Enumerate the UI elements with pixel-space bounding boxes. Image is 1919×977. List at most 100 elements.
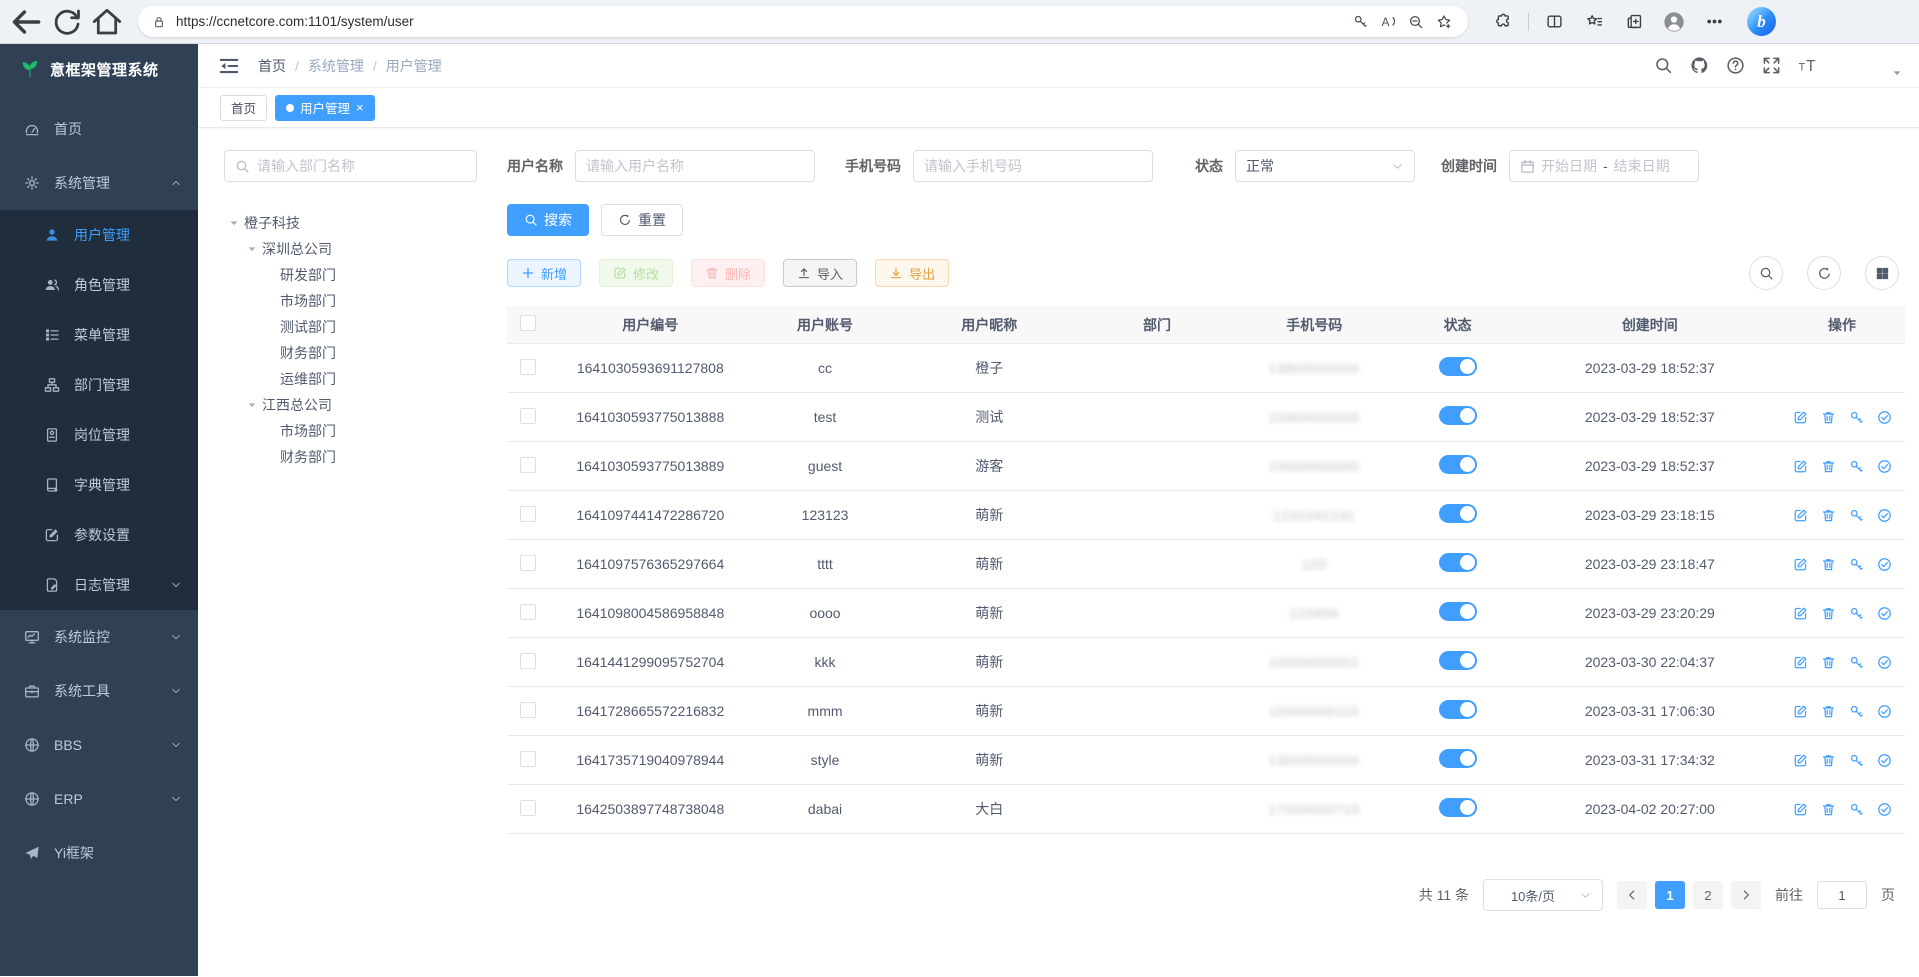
sidebar-item-角色管理[interactable]: 角色管理 xyxy=(0,260,198,310)
tag-首页[interactable]: 首页 xyxy=(220,95,267,121)
status-toggle[interactable] xyxy=(1439,504,1477,523)
edit-icon[interactable] xyxy=(1793,508,1808,523)
goto-page-input[interactable] xyxy=(1817,881,1867,909)
sidebar-item-ERP[interactable]: ERP xyxy=(0,772,198,826)
import-button[interactable]: 导入 xyxy=(783,259,857,287)
row-checkbox[interactable] xyxy=(520,653,536,669)
delete-icon[interactable] xyxy=(1821,753,1836,768)
tree-node-江西总公司[interactable]: 江西总公司 xyxy=(224,392,477,418)
edit-icon[interactable] xyxy=(1793,655,1808,670)
tree-node-研发部门[interactable]: 研发部门 xyxy=(224,262,477,288)
tag-用户管理[interactable]: 用户管理× xyxy=(275,95,375,121)
row-checkbox[interactable] xyxy=(520,555,536,571)
row-checkbox[interactable] xyxy=(520,751,536,767)
github-icon[interactable] xyxy=(1690,56,1709,75)
browser-back-button[interactable] xyxy=(10,5,44,39)
check-circle-icon[interactable] xyxy=(1877,753,1892,768)
favorites-bar-icon[interactable] xyxy=(1577,5,1611,39)
check-circle-icon[interactable] xyxy=(1877,655,1892,670)
sidebar-item-参数设置[interactable]: 参数设置 xyxy=(0,510,198,560)
delete-icon[interactable] xyxy=(1821,557,1836,572)
check-circle-icon[interactable] xyxy=(1877,802,1892,817)
sidebar-item-首页[interactable]: 首页 xyxy=(0,102,198,156)
edit-icon[interactable] xyxy=(1793,753,1808,768)
tree-node-市场部门[interactable]: 市场部门 xyxy=(224,288,477,314)
reset-password-key-icon[interactable] xyxy=(1849,655,1864,670)
search-icon[interactable] xyxy=(1654,56,1673,75)
sidebar-item-部门管理[interactable]: 部门管理 xyxy=(0,360,198,410)
password-key-icon[interactable] xyxy=(1346,8,1374,36)
date-range-picker[interactable]: 开始日期 - 结束日期 xyxy=(1509,150,1699,182)
more-icon[interactable] xyxy=(1697,5,1731,39)
prev-page-button[interactable] xyxy=(1617,881,1647,909)
read-aloud-icon[interactable]: A xyxy=(1374,8,1402,36)
font-size-icon[interactable]: TT xyxy=(1798,56,1817,75)
edit-button[interactable]: 修改 xyxy=(599,259,673,287)
tree-node-测试部门[interactable]: 测试部门 xyxy=(224,314,477,340)
status-toggle[interactable] xyxy=(1439,406,1477,425)
avatar[interactable] xyxy=(1838,48,1874,84)
url-text[interactable]: https://ccnetcore.com:1101/system/user xyxy=(176,14,1346,29)
tree-node-财务部门[interactable]: 财务部门 xyxy=(224,340,477,366)
sidebar-item-字典管理[interactable]: 字典管理 xyxy=(0,460,198,510)
row-checkbox[interactable] xyxy=(520,457,536,473)
profile-icon[interactable] xyxy=(1657,5,1691,39)
username-input[interactable]: 请输入用户名称 xyxy=(575,150,815,182)
check-circle-icon[interactable] xyxy=(1877,557,1892,572)
caret-down-icon[interactable] xyxy=(1891,67,1903,79)
sidebar-item-BBS[interactable]: BBS xyxy=(0,718,198,772)
split-screen-icon[interactable] xyxy=(1537,5,1571,39)
status-toggle[interactable] xyxy=(1439,553,1477,572)
browser-home-button[interactable] xyxy=(90,5,124,39)
status-toggle[interactable] xyxy=(1439,798,1477,817)
status-toggle[interactable] xyxy=(1439,602,1477,621)
reset-password-key-icon[interactable] xyxy=(1849,606,1864,621)
tree-node-财务部门[interactable]: 财务部门 xyxy=(224,444,477,470)
sidebar-item-用户管理[interactable]: 用户管理 xyxy=(0,210,198,260)
delete-icon[interactable] xyxy=(1821,508,1836,523)
row-checkbox[interactable] xyxy=(520,800,536,816)
breadcrumb-system[interactable]: 系统管理 xyxy=(308,56,364,76)
status-toggle[interactable] xyxy=(1439,455,1477,474)
reset-password-key-icon[interactable] xyxy=(1849,557,1864,572)
status-toggle[interactable] xyxy=(1439,749,1477,768)
hide-search-button[interactable] xyxy=(1749,256,1783,290)
next-page-button[interactable] xyxy=(1731,881,1761,909)
reset-password-key-icon[interactable] xyxy=(1849,704,1864,719)
copilot-icon[interactable]: b xyxy=(1747,7,1776,36)
caret-down-icon[interactable] xyxy=(246,243,258,255)
edit-icon[interactable] xyxy=(1793,557,1808,572)
status-select[interactable]: 正常 xyxy=(1235,150,1415,182)
export-button[interactable]: 导出 xyxy=(875,259,949,287)
caret-down-icon[interactable] xyxy=(246,399,258,411)
collections-icon[interactable] xyxy=(1617,5,1651,39)
delete-icon[interactable] xyxy=(1821,410,1836,425)
reset-password-key-icon[interactable] xyxy=(1849,508,1864,523)
check-circle-icon[interactable] xyxy=(1877,704,1892,719)
tree-node-市场部门[interactable]: 市场部门 xyxy=(224,418,477,444)
sidebar-item-系统管理[interactable]: 系统管理 xyxy=(0,156,198,210)
check-circle-icon[interactable] xyxy=(1877,606,1892,621)
search-button[interactable]: 搜索 xyxy=(507,204,589,236)
dept-search-input[interactable]: 请输入部门名称 xyxy=(224,150,477,182)
fullscreen-icon[interactable] xyxy=(1762,56,1781,75)
url-bar[interactable]: https://ccnetcore.com:1101/system/user A xyxy=(138,6,1468,37)
caret-down-icon[interactable] xyxy=(228,217,240,229)
check-circle-icon[interactable] xyxy=(1877,410,1892,425)
delete-icon[interactable] xyxy=(1821,802,1836,817)
tree-node-深圳总公司[interactable]: 深圳总公司 xyxy=(224,236,477,262)
edit-icon[interactable] xyxy=(1793,410,1808,425)
delete-icon[interactable] xyxy=(1821,606,1836,621)
sidebar-item-岗位管理[interactable]: 岗位管理 xyxy=(0,410,198,460)
sidebar-item-日志管理[interactable]: 日志管理 xyxy=(0,560,198,610)
check-circle-icon[interactable] xyxy=(1877,459,1892,474)
extensions-icon[interactable] xyxy=(1486,5,1520,39)
check-circle-icon[interactable] xyxy=(1877,508,1892,523)
column-settings-button[interactable] xyxy=(1865,256,1899,290)
breadcrumb-home[interactable]: 首页 xyxy=(258,56,286,76)
status-toggle[interactable] xyxy=(1439,700,1477,719)
reset-password-key-icon[interactable] xyxy=(1849,802,1864,817)
page-size-select[interactable]: 10条/页 xyxy=(1483,879,1603,911)
favorite-add-icon[interactable] xyxy=(1430,8,1458,36)
sidebar-item-系统监控[interactable]: 系统监控 xyxy=(0,610,198,664)
